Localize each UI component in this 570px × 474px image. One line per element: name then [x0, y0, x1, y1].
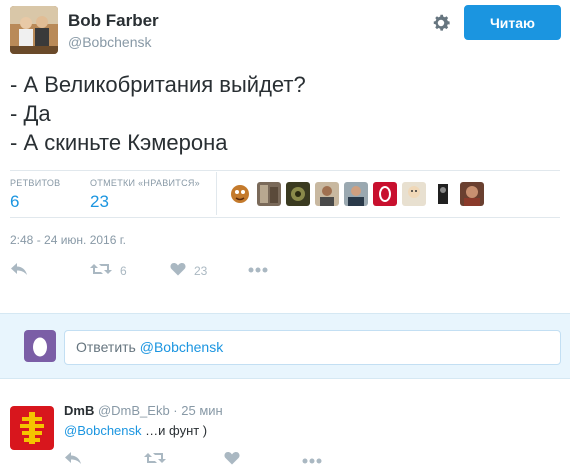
reply-time[interactable]: 25 мин — [181, 403, 222, 418]
reply-icon — [10, 262, 28, 279]
retweets-count: 6 — [10, 192, 20, 211]
reply-author-avatar[interactable] — [10, 406, 54, 450]
divider — [10, 170, 560, 171]
retweet-button[interactable]: 6 — [90, 262, 127, 279]
liker-avatar[interactable] — [373, 182, 397, 206]
heart-icon — [170, 262, 186, 279]
reply-text: @Bobchensk …и фунт ) — [64, 423, 207, 438]
retweets-label: РЕТВИТОВ — [10, 178, 61, 188]
more-icon — [248, 262, 268, 276]
gear-icon[interactable] — [430, 12, 452, 34]
tweet-timestamp[interactable]: 2:48 - 24 июн. 2016 г. — [10, 233, 126, 247]
liker-avatar[interactable] — [228, 182, 252, 206]
divider — [216, 172, 217, 215]
author-name[interactable]: Bob Farber — [68, 11, 159, 31]
likes-stat[interactable]: ОТМЕТКИ «НРАВИТСЯ» 23 — [90, 178, 200, 212]
heart-icon[interactable] — [224, 451, 240, 470]
reply-prefix: Ответить — [76, 339, 140, 355]
egg-avatar — [24, 330, 56, 362]
divider — [10, 217, 560, 218]
liker-avatar[interactable] — [315, 182, 339, 206]
tweet-text-line: - А скиньте Кэмерона — [10, 130, 228, 155]
author-avatar[interactable] — [10, 6, 58, 54]
tweet-text: - А Великобритания выйдет? - Да - А скин… — [10, 70, 306, 157]
retweet-icon — [90, 262, 112, 279]
more-button[interactable] — [248, 262, 268, 276]
reply-icon[interactable] — [64, 451, 82, 470]
reply-author-name[interactable]: DmB — [64, 403, 94, 418]
liker-avatar[interactable] — [402, 182, 426, 206]
retweet-count: 6 — [120, 263, 127, 278]
liker-avatar[interactable] — [286, 182, 310, 206]
more-icon[interactable] — [302, 451, 322, 469]
reply-author-handle[interactable]: @DmB_Ekb — [98, 403, 170, 418]
liker-avatar[interactable] — [431, 182, 455, 206]
likes-count: 23 — [90, 192, 109, 211]
liker-avatar[interactable] — [257, 182, 281, 206]
tweet-text-line: - Да — [10, 101, 51, 126]
reply-mention: @Bobchensk — [139, 339, 224, 355]
retweet-icon[interactable] — [144, 451, 166, 470]
like-count: 23 — [194, 263, 208, 278]
likes-label: ОТМЕТКИ «НРАВИТСЯ» — [90, 178, 200, 188]
tweet: Bob Farber @Bobchensk Читаю - А Великобр… — [0, 0, 570, 310]
retweets-stat[interactable]: РЕТВИТОВ 6 — [10, 178, 60, 212]
reply-button[interactable] — [10, 262, 28, 279]
tweet-text-line: - А Великобритания выйдет? — [10, 72, 306, 97]
reply-tweet-actions — [64, 451, 322, 465]
reply-box: Ответить @Bobchensk — [0, 313, 570, 379]
like-button[interactable]: 23 — [170, 262, 207, 279]
reply-text-mention[interactable]: @Bobchensk — [64, 423, 142, 438]
follow-button[interactable]: Читаю — [464, 5, 561, 40]
author-handle[interactable]: @Bobchensk — [68, 34, 151, 50]
liker-avatar[interactable] — [460, 182, 484, 206]
reply-input[interactable]: Ответить @Bobchensk — [64, 330, 561, 365]
tweet-actions: 6 23 — [10, 262, 310, 282]
reply-tweet: DmB @DmB_Ekb · 25 мин @Bobchensk …и фунт… — [0, 392, 570, 474]
reply-header: DmB @DmB_Ekb · 25 мин — [64, 403, 223, 418]
liker-avatars — [228, 182, 484, 206]
liker-avatar[interactable] — [344, 182, 368, 206]
reply-text-body: …и фунт ) — [141, 423, 208, 438]
reply-separator: · — [169, 403, 182, 418]
